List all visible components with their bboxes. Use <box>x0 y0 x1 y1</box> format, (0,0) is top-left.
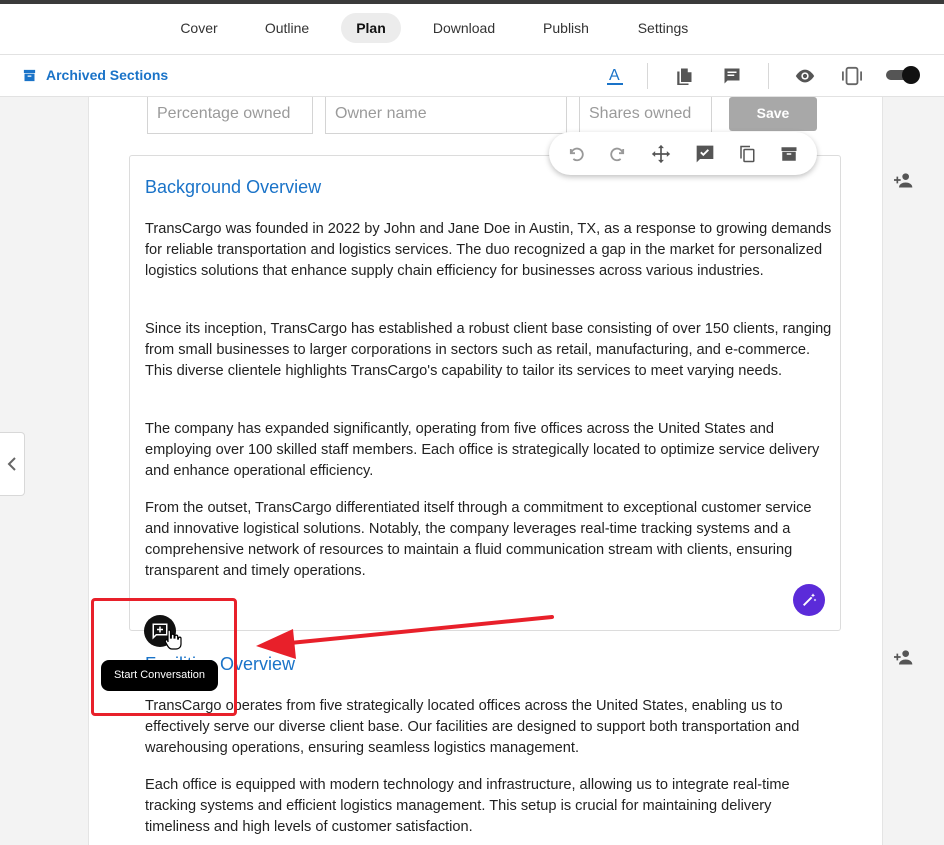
tab-outline[interactable]: Outline <box>252 13 322 43</box>
add-collaborator-icon[interactable] <box>894 172 916 190</box>
toggle-knob <box>902 66 920 84</box>
device-frame-icon[interactable] <box>840 64 864 88</box>
section-paragraph: TransCargo was founded in 2022 by John a… <box>145 221 832 279</box>
add-collaborator-icon[interactable] <box>894 649 916 667</box>
annotation-highlight-box <box>91 598 237 716</box>
svg-text:A: A <box>609 67 620 84</box>
owner-name-field[interactable]: Owner name <box>325 97 567 134</box>
undo-icon[interactable] <box>564 143 586 165</box>
tab-plan[interactable]: Plan <box>341 13 401 43</box>
redo-icon[interactable] <box>608 143 630 165</box>
section-paragraph: The company has expanded significantly, … <box>145 421 820 479</box>
text-color-icon[interactable]: A <box>603 64 627 88</box>
archived-sections-link[interactable]: Archived Sections <box>22 65 168 85</box>
percentage-owned-field[interactable]: Percentage owned <box>147 97 313 134</box>
section-paragraph: Each office is equipped with modern tech… <box>145 777 790 835</box>
tab-settings[interactable]: Settings <box>624 13 702 43</box>
shares-owned-field[interactable]: Shares owned <box>579 97 712 134</box>
section-title-background: Background Overview <box>145 177 322 197</box>
save-button[interactable]: Save <box>729 97 817 131</box>
section-floating-toolbar <box>549 132 817 175</box>
move-icon[interactable] <box>650 143 672 165</box>
archive-icon[interactable] <box>778 143 800 165</box>
section-paragraph: TransCargo operates from five strategica… <box>145 698 800 756</box>
main-tab-bar: Cover Outline Plan Download Publish Sett… <box>0 4 944 55</box>
tab-download[interactable]: Download <box>420 13 508 43</box>
toggle-switch[interactable] <box>886 66 920 84</box>
chevron-left-icon <box>7 457 16 471</box>
ai-magic-wand-button[interactable] <box>793 584 825 616</box>
section-paragraph: Since its inception, TransCargo has esta… <box>145 321 832 379</box>
comment-icon[interactable] <box>720 64 744 88</box>
tab-cover[interactable]: Cover <box>165 13 233 43</box>
approve-comment-icon[interactable] <box>694 143 716 165</box>
document-icon[interactable] <box>672 64 696 88</box>
editor-toolbar: Archived Sections A <box>0 55 944 97</box>
magic-wand-icon <box>803 593 817 606</box>
preview-eye-icon[interactable] <box>793 64 817 88</box>
collapse-sidebar-button[interactable] <box>0 432 25 496</box>
tab-publish[interactable]: Publish <box>528 13 604 43</box>
section-paragraph: From the outset, TransCargo differentiat… <box>145 500 812 579</box>
archive-box-icon <box>23 69 36 81</box>
toolbar-divider <box>768 63 769 89</box>
copy-icon[interactable] <box>736 143 758 165</box>
archived-sections-label: Archived Sections <box>46 67 169 83</box>
toolbar-divider <box>647 63 648 89</box>
